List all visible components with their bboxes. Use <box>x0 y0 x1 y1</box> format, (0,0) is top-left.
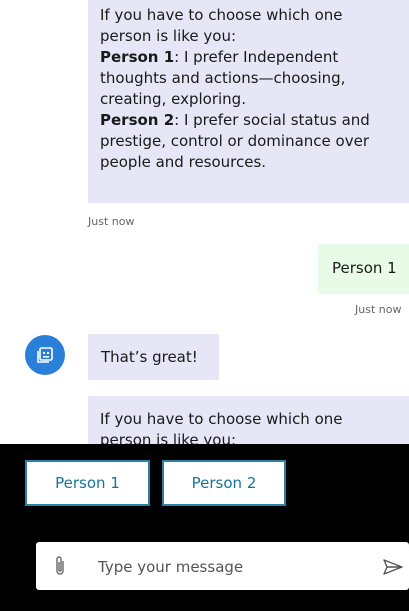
send-icon[interactable] <box>383 559 403 579</box>
person-2-label: Person 2 <box>100 111 175 129</box>
message-timestamp: Just now <box>88 215 135 228</box>
bot-message-text: That’s great! <box>101 348 198 366</box>
chat-transcript: If you have to choose which one person i… <box>0 0 409 444</box>
message-intro: If you have to choose which one person i… <box>100 410 343 444</box>
user-message-text: Person 1 <box>332 259 397 277</box>
suggestion-person-1-button[interactable]: Person 1 <box>25 460 150 506</box>
bot-avatar <box>25 335 65 375</box>
user-message-timestamp: Just now <box>355 303 402 316</box>
message-input[interactable]: Type your message <box>36 542 409 590</box>
message-placeholder: Type your message <box>98 558 244 576</box>
suggestion-person-2-button[interactable]: Person 2 <box>162 460 286 506</box>
person-1-label: Person 1 <box>100 48 175 66</box>
bot-message-bubble: If you have to choose which one person i… <box>88 396 409 444</box>
bot-message-bubble: If you have to choose which one person i… <box>88 0 409 203</box>
paperclip-icon[interactable] <box>54 555 66 581</box>
bot-message-bubble: That’s great! <box>88 334 219 380</box>
message-intro: If you have to choose which one person i… <box>100 6 343 45</box>
bot-icon <box>37 347 53 363</box>
user-message-bubble: Person 1 <box>318 244 409 294</box>
composer-area: Person 1 Person 2 Type your message <box>0 444 409 611</box>
